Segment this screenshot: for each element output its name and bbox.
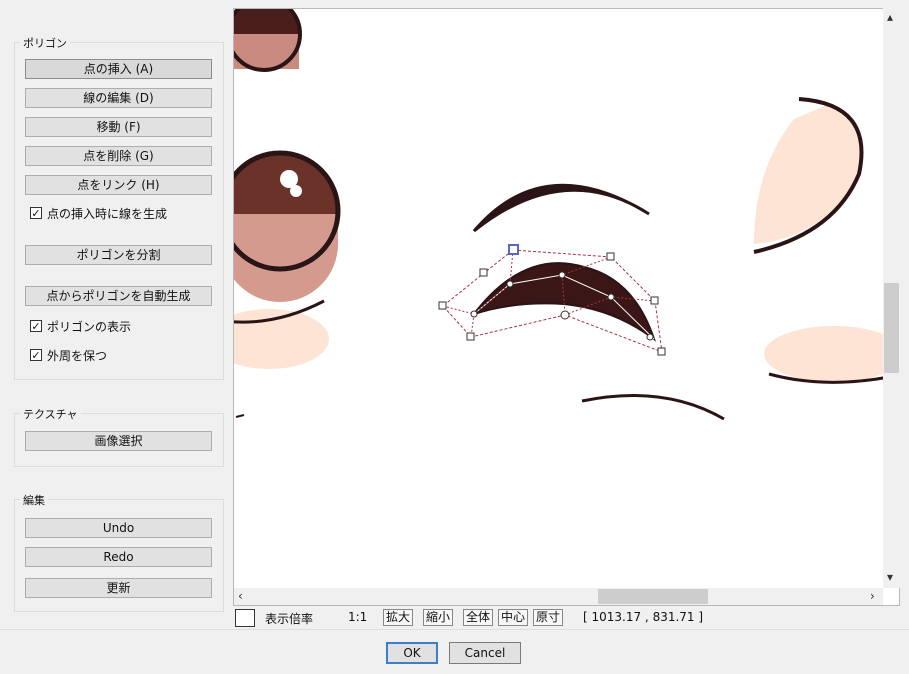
title-bar bbox=[0, 0, 909, 8]
canvas-drawing[interactable] bbox=[234, 9, 900, 606]
scroll-down-icon[interactable]: ▾ bbox=[887, 570, 893, 584]
undo-button[interactable]: Undo bbox=[25, 518, 212, 538]
scroll-right-icon[interactable]: › bbox=[870, 589, 875, 603]
color-swatch[interactable] bbox=[235, 609, 255, 627]
horizontal-scroll-thumb[interactable] bbox=[598, 589, 708, 604]
cheek-right-top bbox=[753, 97, 864, 254]
keep-outline-checkbox[interactable]: ✓ 外周を保つ bbox=[30, 347, 107, 363]
checkbox-checked-icon[interactable]: ✓ bbox=[30, 349, 42, 362]
eyebrow bbox=[472, 183, 650, 233]
dialog-button-bar: OK Cancel bbox=[0, 629, 909, 674]
mesh-editor-canvas[interactable] bbox=[233, 8, 900, 606]
fit-all-button[interactable]: 全体 bbox=[463, 609, 494, 626]
checkbox-checked-icon[interactable]: ✓ bbox=[30, 320, 42, 333]
redo-button[interactable]: Redo bbox=[25, 547, 212, 567]
status-bar: 表示倍率 1:1 拡大 縮小 全体 中心 原寸 [ 1013.17 , 831.… bbox=[233, 607, 909, 629]
center-button[interactable]: 中心 bbox=[498, 609, 529, 626]
mesh-overlay[interactable] bbox=[438, 244, 666, 356]
edit-group-title: 編集 bbox=[20, 492, 48, 508]
insert-point-button[interactable]: 点の挿入 (A) bbox=[25, 59, 212, 79]
texture-group-title: テクスチャ bbox=[20, 406, 81, 422]
insert-generate-line-label: 点の挿入時に線を生成 bbox=[47, 206, 168, 221]
link-point-button[interactable]: 点をリンク (H) bbox=[25, 175, 212, 195]
ok-button[interactable]: OK bbox=[386, 642, 438, 664]
eye-top-left bbox=[234, 9, 302, 72]
insert-generate-line-checkbox[interactable]: ✓ 点の挿入時に線を生成 bbox=[30, 205, 167, 221]
canvas-edge-mark bbox=[235, 414, 245, 418]
cheek-right-bottom bbox=[764, 326, 899, 384]
mouth-line bbox=[581, 393, 725, 421]
scroll-left-icon[interactable]: ‹ bbox=[238, 589, 243, 603]
update-button[interactable]: 更新 bbox=[25, 578, 212, 598]
vertical-scrollbar[interactable]: ▴ ▾ bbox=[883, 8, 900, 588]
vertical-scroll-thumb[interactable] bbox=[884, 283, 899, 373]
cancel-button[interactable]: Cancel bbox=[449, 642, 521, 664]
show-polygon-checkbox[interactable]: ✓ ポリゴンの表示 bbox=[30, 318, 131, 334]
zoom-in-button[interactable]: 拡大 bbox=[383, 609, 414, 626]
actual-size-button[interactable]: 原寸 bbox=[533, 609, 564, 626]
polygon-group-title: ポリゴン bbox=[20, 35, 70, 51]
move-button[interactable]: 移動 (F) bbox=[25, 117, 212, 137]
control-panel: ポリゴン 点の挿入 (A) 線の編集 (D) 移動 (F) 点を削除 (G) 点… bbox=[0, 8, 233, 628]
show-polygon-label: ポリゴンの表示 bbox=[47, 319, 132, 334]
select-image-button[interactable]: 画像選択 bbox=[25, 431, 212, 451]
cursor-coordinates: [ 1013.17 , 831.71 ] bbox=[583, 610, 704, 624]
display-scale-label: 表示倍率 bbox=[265, 612, 314, 626]
auto-generate-polygon-button[interactable]: 点からポリゴンを自動生成 bbox=[25, 286, 212, 306]
split-polygon-button[interactable]: ポリゴンを分割 bbox=[25, 245, 212, 265]
zoom-out-button[interactable]: 縮小 bbox=[423, 609, 454, 626]
edit-line-button[interactable]: 線の編集 (D) bbox=[25, 88, 212, 108]
cheek-left bbox=[234, 299, 329, 369]
zoom-value: 1:1 bbox=[348, 610, 368, 624]
horizontal-scrollbar[interactable]: ‹ › bbox=[234, 588, 883, 605]
checkbox-checked-icon[interactable]: ✓ bbox=[30, 207, 42, 220]
keep-outline-label: 外周を保つ bbox=[47, 348, 108, 363]
delete-point-button[interactable]: 点を削除 (G) bbox=[25, 146, 212, 166]
selected-vertex-handle[interactable] bbox=[508, 244, 519, 255]
eye-left bbox=[234, 150, 341, 302]
scroll-up-icon[interactable]: ▴ bbox=[887, 10, 893, 24]
